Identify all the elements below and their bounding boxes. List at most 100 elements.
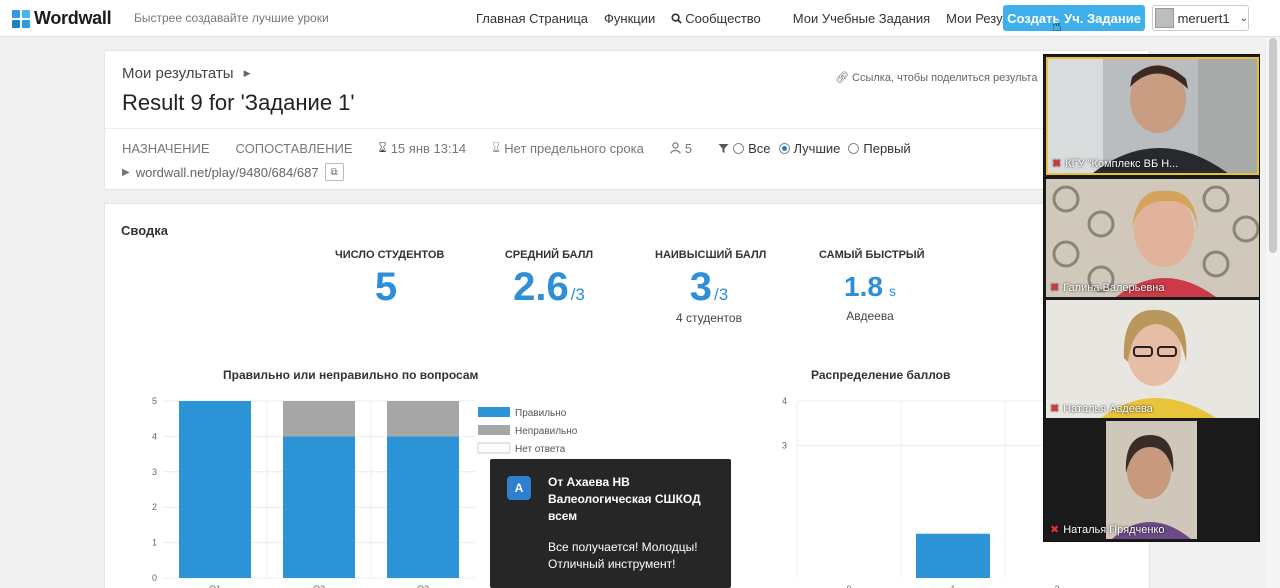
- filter-all-option[interactable]: Все: [733, 140, 771, 156]
- bar-correct: [179, 401, 251, 578]
- top-navigation-bar: Wordwall Быстрее создавайте лучшие уроки…: [0, 0, 1280, 37]
- create-activity-button[interactable]: Создать Уч. Задание: [1003, 5, 1145, 31]
- chat-recipient: всем: [548, 509, 578, 523]
- stat-label: СРЕДНИЙ БАЛЛ: [504, 249, 594, 261]
- share-link[interactable]: 🔗︎ Ссылка, чтобы поделиться результа: [835, 71, 1037, 84]
- scrollbar-thumb[interactable]: [1269, 38, 1277, 253]
- mic-muted-icon: ✖: [1050, 403, 1060, 415]
- legend-swatch: [477, 442, 511, 454]
- stat-label: ЧИСЛО СТУДЕНТОВ: [335, 249, 445, 261]
- stat-value: 5: [335, 267, 437, 307]
- logo-icon: [12, 9, 30, 28]
- play-link[interactable]: wordwall.net/play/9480/684/687: [136, 165, 319, 180]
- x-tick-label: Q2: [313, 584, 325, 588]
- deadline-info: ⌛︎ Нет предельного срока: [492, 140, 644, 156]
- chat-message: Все получается! Молодцы! Отличный инстру…: [548, 539, 723, 573]
- summary-title: Сводка: [121, 223, 168, 238]
- link-icon: 🔗︎: [835, 72, 849, 84]
- matching-tab[interactable]: СОПОСТАВЛЕНИЕ: [236, 141, 353, 156]
- page-scrollbar[interactable]: [1266, 38, 1280, 588]
- video-participants-panel: ✖ КГУ "Комплекс ВБ Н... ✖ Галина Валерьевн…: [1043, 54, 1260, 542]
- filter-best-option[interactable]: Лучшие: [778, 140, 841, 156]
- participant-video: [1046, 300, 1259, 418]
- hourglass-icon: ⌛︎: [492, 140, 501, 155]
- bar-incorrect: [387, 401, 459, 437]
- stat-sub: 4 студентов: [676, 311, 742, 325]
- breadcrumb[interactable]: Мои результаты ▶: [122, 65, 250, 82]
- wordwall-logo[interactable]: Wordwall: [12, 8, 112, 29]
- participant-name: КГУ "Комплекс ВБ Н...: [1065, 157, 1179, 170]
- bar-incorrect: [283, 401, 355, 437]
- y-tick-label: 3: [152, 467, 157, 477]
- y-tick-label: 3: [782, 440, 787, 450]
- stat-average-score: СРЕДНИЙ БАЛЛ 2.6/3: [501, 249, 597, 307]
- legend-label: Правильно: [515, 408, 567, 419]
- stat-number: 2.6: [513, 265, 569, 309]
- deadline-value: Нет предельного срока: [504, 140, 644, 156]
- breadcrumb-my-results[interactable]: Мои результаты: [122, 65, 234, 82]
- participant-label: ✖ Галина Валерьевна: [1050, 281, 1165, 295]
- radio-best[interactable]: [778, 142, 790, 154]
- y-tick-label: 2: [152, 502, 157, 512]
- radio-all[interactable]: [733, 142, 745, 154]
- stat-label: САМЫЙ БЫСТРЫЙ: [819, 249, 925, 261]
- y-tick-label: 5: [152, 396, 157, 406]
- caret-right-icon: ▶: [243, 68, 251, 78]
- chat-avatar: A: [507, 476, 531, 500]
- x-tick-label: Q3: [417, 584, 429, 588]
- stat-number: 1.8: [844, 271, 883, 302]
- result-meta: НАЗНАЧЕНИЕ СОПОСТАВЛЕНИЕ ⌛︎ 15 янв 13:14…: [122, 140, 941, 156]
- participant-label: ✖ КГУ "Комплекс ВБ Н...: [1052, 157, 1179, 171]
- nav-community-label: Сообщество: [685, 11, 761, 26]
- filter-first-label: Первый: [863, 140, 911, 156]
- participant-name: Наталья Прядченко: [1063, 523, 1165, 536]
- y-tick-label: 4: [152, 431, 157, 441]
- video-tile[interactable]: ✖ КГУ "Комплекс ВБ Н...: [1046, 57, 1259, 175]
- radio-first[interactable]: [848, 142, 860, 154]
- divider: [105, 128, 1151, 129]
- y-tick-label: 1: [152, 538, 157, 548]
- attempt-filter: Все Лучшие Первый: [718, 141, 915, 156]
- filter-first-option[interactable]: Первый: [848, 140, 911, 156]
- stat-denominator: s: [888, 283, 896, 299]
- stat-value: 2.6/3: [501, 267, 597, 307]
- tagline: Быстрее создавайте лучшие уроки: [134, 11, 329, 25]
- video-tile[interactable]: ✖ Галина Валерьевна: [1046, 179, 1259, 297]
- stat-highest-score: НАИВЫСШИЙ БАЛЛ 3/3 4 студентов: [655, 249, 767, 325]
- students-count-value: 5: [684, 140, 693, 156]
- students-count: 5: [670, 141, 692, 156]
- filter-all-label: Все: [748, 140, 771, 156]
- search-icon: [671, 13, 682, 24]
- chat-notification[interactable]: A От Ахаева НВ Валеологическая СШКОД все…: [490, 459, 731, 588]
- date-info: ⌛︎ 15 янв 13:14: [378, 140, 466, 156]
- mouse-cursor-icon: ☝︎: [1052, 18, 1062, 35]
- filter-best-label: Лучшие: [793, 140, 841, 156]
- y-tick-label: 4: [782, 396, 787, 406]
- copy-link-button[interactable]: ⧉: [324, 163, 344, 181]
- x-tick-label: Q1: [209, 584, 221, 588]
- filter-icon: [718, 143, 729, 153]
- nav-community[interactable]: Сообщество: [671, 11, 777, 26]
- user-menu-button[interactable]: meruert1 ⌄: [1152, 5, 1249, 31]
- user-icon: [670, 142, 681, 154]
- legend-swatch: [478, 425, 510, 435]
- participant-name: Галина Валерьевна: [1063, 281, 1165, 294]
- stat-label: НАИВЫСШИЙ БАЛЛ: [655, 249, 767, 261]
- nav-home[interactable]: Главная Страница: [476, 11, 588, 26]
- stat-number: 5: [374, 265, 398, 309]
- share-link-label: Ссылка, чтобы поделиться результа: [852, 72, 1038, 84]
- chat-message-line: Отличный инструмент!: [548, 557, 676, 571]
- play-circle-icon: ▶: [122, 166, 130, 178]
- legend-label: Неправильно: [515, 426, 578, 437]
- video-tile[interactable]: ✖ Наталья Прядченко: [1046, 421, 1259, 539]
- bar: [916, 533, 990, 578]
- nav-features[interactable]: Функции: [604, 11, 655, 26]
- play-link-row: ▶ wordwall.net/play/9480/684/687 ⧉: [122, 163, 344, 181]
- video-tile[interactable]: ✖ Наталья Авдеева: [1046, 300, 1259, 418]
- x-tick-label: 2: [1054, 584, 1059, 588]
- distribution-chart: 340123: [782, 396, 1105, 588]
- logo-text: Wordwall: [34, 8, 112, 28]
- x-tick-label: 1: [950, 584, 955, 588]
- nav-my-activities[interactable]: Мои Учебные Задания: [793, 11, 930, 26]
- assignment-tab[interactable]: НАЗНАЧЕНИЕ: [122, 141, 210, 156]
